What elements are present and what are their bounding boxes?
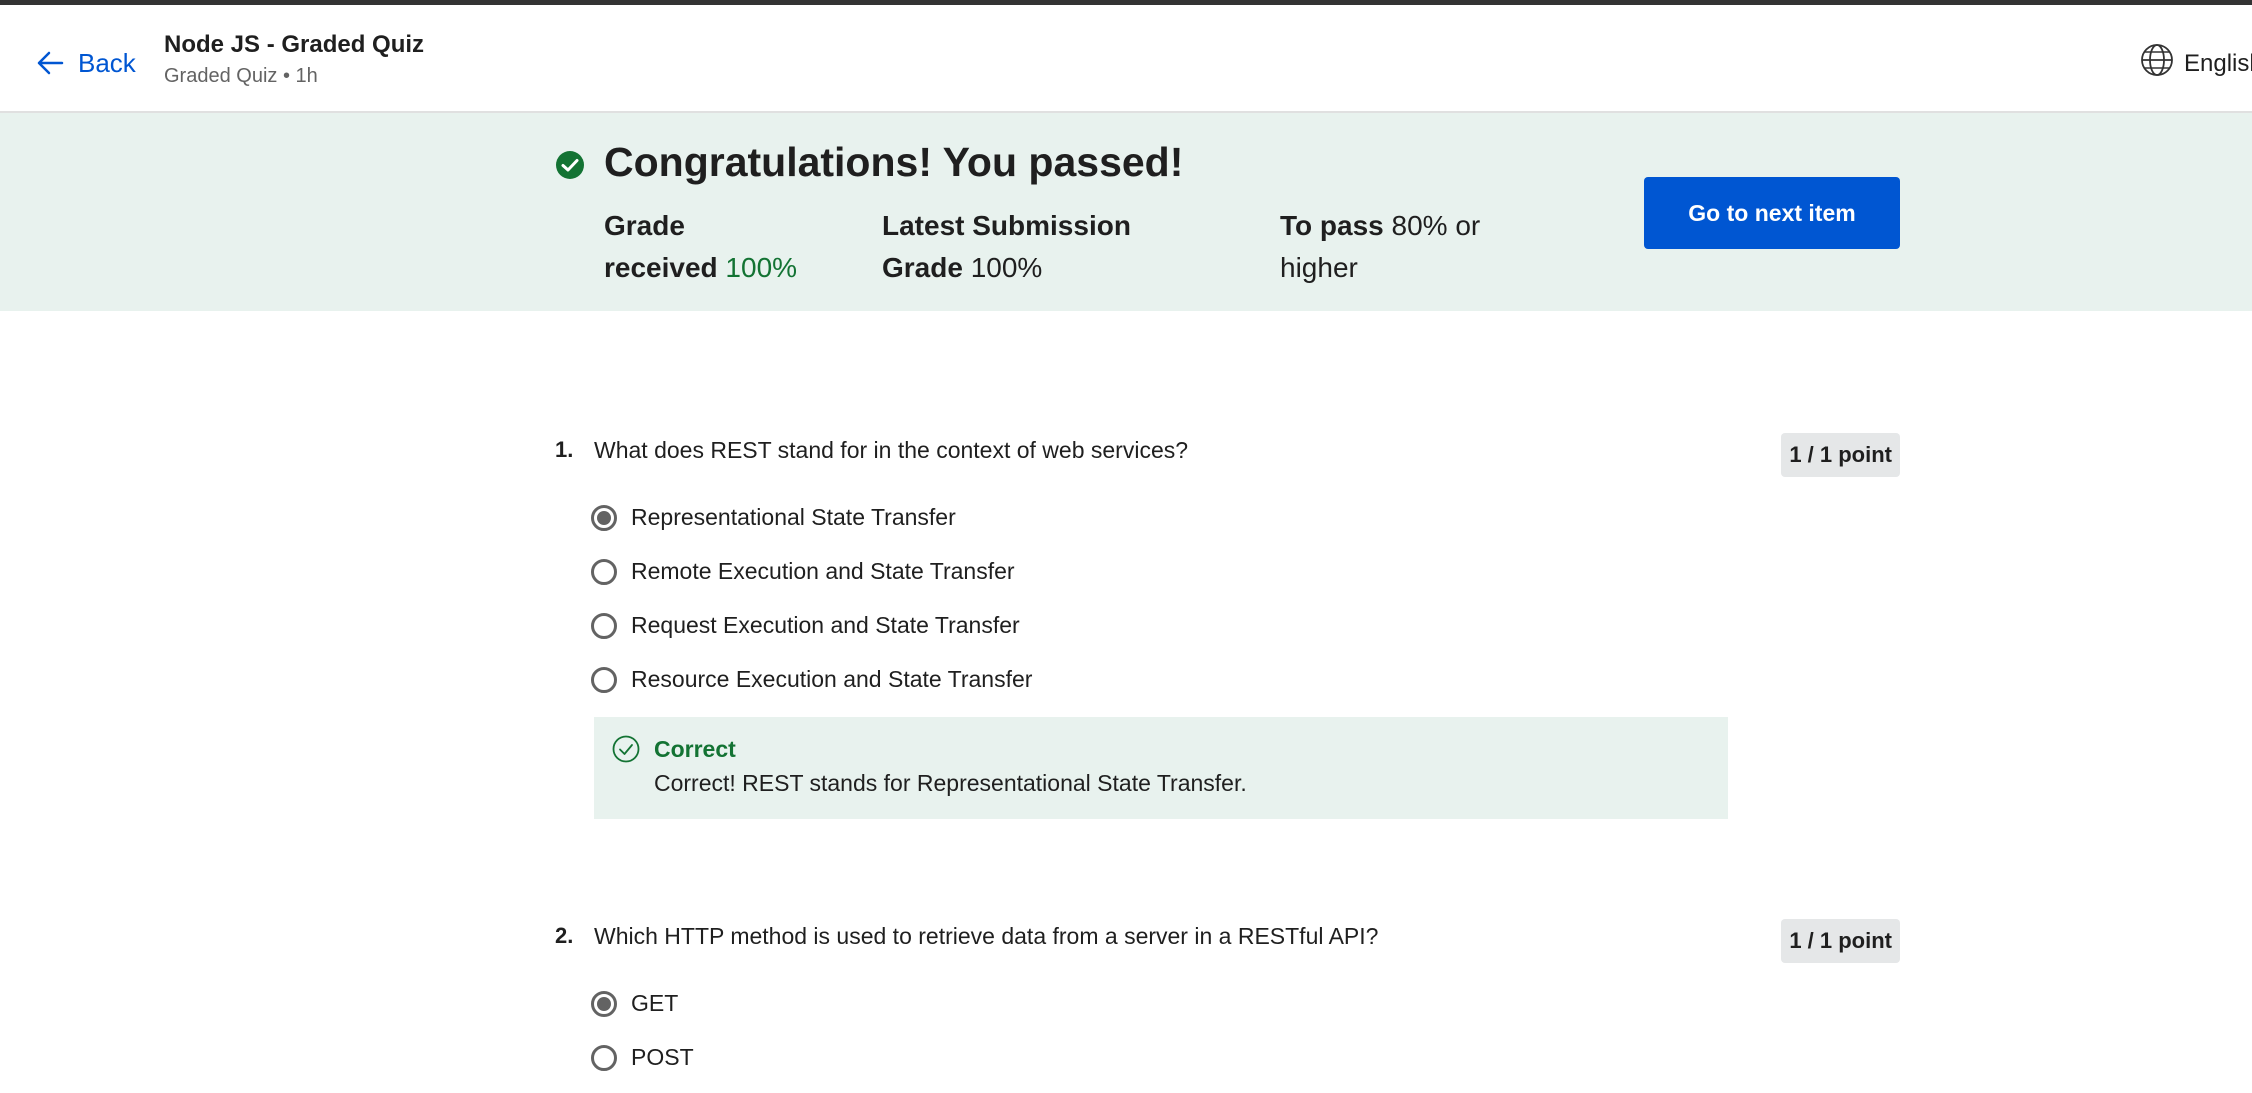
option-label: Representational State Transfer xyxy=(631,504,956,530)
points-badge: 1 / 1 point xyxy=(1781,433,1900,477)
option-label: Request Execution and State Transfer xyxy=(631,612,1020,638)
feedback-box: Correct Correct! REST stands for Represe… xyxy=(594,717,1728,819)
radio-icon[interactable] xyxy=(591,558,617,585)
latest-submission-label: Latest Submission xyxy=(882,210,1131,241)
answer-option[interactable]: POST xyxy=(591,1044,694,1071)
radio-selected-icon[interactable] xyxy=(591,504,617,531)
question-number: 2. xyxy=(555,923,574,948)
result-banner: Congratulations! You passed! Grade recei… xyxy=(0,113,2252,311)
check-circle-outline-icon xyxy=(612,735,640,768)
page-header: Back Node JS - Graded Quiz Graded Quiz •… xyxy=(0,5,2252,113)
answer-option[interactable]: Resource Execution and State Transfer xyxy=(591,666,1032,693)
latest-submission-label-2: Grade xyxy=(882,252,963,283)
check-circle-icon xyxy=(555,150,585,185)
pass-label: To pass xyxy=(1280,210,1384,241)
grade-received-label: Grade xyxy=(604,210,685,241)
latest-submission-grade: Latest Submission Grade 100% xyxy=(882,205,1131,289)
pass-value: 80% or xyxy=(1391,210,1481,241)
feedback-status: Correct xyxy=(654,736,736,762)
question-text: What does REST stand for in the context … xyxy=(594,437,1189,463)
latest-submission-value: 100% xyxy=(970,252,1043,283)
arrow-left-icon xyxy=(36,49,64,77)
radio-selected-icon[interactable] xyxy=(591,990,617,1017)
grade-received-label-2: received xyxy=(604,252,718,283)
feedback-text: Correct! REST stands for Representationa… xyxy=(654,770,1247,796)
back-button[interactable]: Back xyxy=(36,43,136,83)
course-title: Node JS - Graded Quiz xyxy=(164,31,425,58)
radio-icon[interactable] xyxy=(591,612,617,639)
language-selector[interactable]: English xyxy=(2140,43,2252,84)
pass-value-2: higher xyxy=(1280,252,1358,283)
go-to-next-item-button[interactable]: Go to next item xyxy=(1644,177,1900,249)
globe-icon xyxy=(2140,43,2174,84)
pass-threshold: To pass 80% or higher xyxy=(1280,205,1480,289)
answer-option[interactable]: Request Execution and State Transfer xyxy=(591,612,1020,639)
answer-option[interactable]: Representational State Transfer xyxy=(591,504,956,531)
answer-option[interactable]: GET xyxy=(591,990,678,1017)
answer-option[interactable]: Remote Execution and State Transfer xyxy=(591,558,1015,585)
grade-received-value: 100% xyxy=(725,252,798,283)
back-label: Back xyxy=(78,47,136,78)
option-label: GET xyxy=(631,990,679,1016)
grade-received: Grade received 100% xyxy=(604,205,797,289)
option-label: Resource Execution and State Transfer xyxy=(631,666,1033,692)
option-label: POST xyxy=(631,1044,694,1070)
course-subtitle: Graded Quiz • 1h xyxy=(164,65,318,87)
question-text: Which HTTP method is used to retrieve da… xyxy=(594,923,1379,949)
radio-icon[interactable] xyxy=(591,1044,617,1071)
question-number: 1. xyxy=(555,437,574,462)
points-badge: 1 / 1 point xyxy=(1781,919,1900,963)
option-label: Remote Execution and State Transfer xyxy=(631,558,1015,584)
language-label: English xyxy=(2184,49,2252,77)
radio-icon[interactable] xyxy=(591,666,617,693)
result-title: Congratulations! You passed! xyxy=(604,139,1184,185)
